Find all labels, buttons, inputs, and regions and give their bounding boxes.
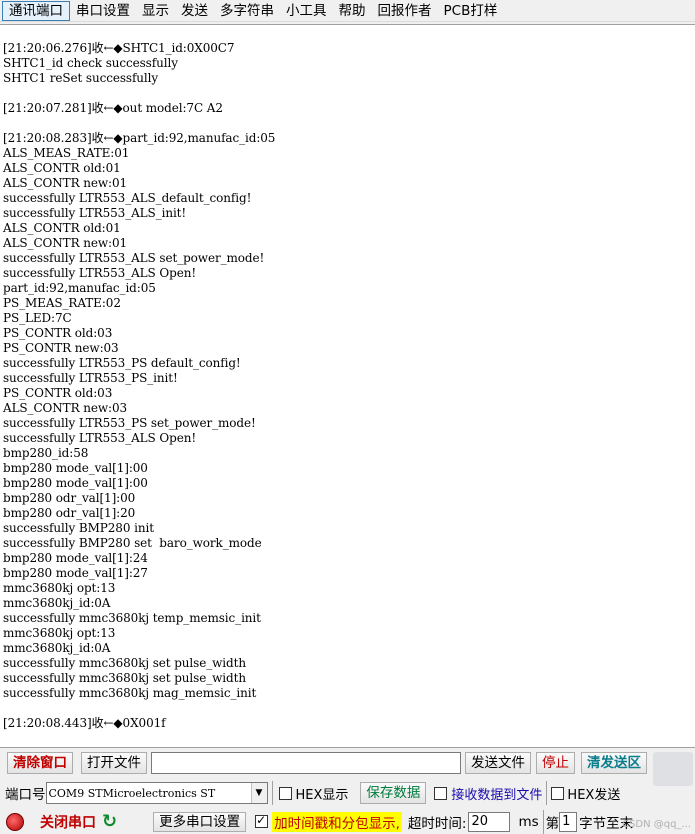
port-select-value: COM9 STMicroelectronics ST [48,786,216,800]
receive-text-area[interactable]: [21:20:06.276]收←◆SHTC1_id:0X00C7 SHTC1_id… [0,24,695,748]
log-line: bmp280 odr_val[1]:00 [3,491,136,505]
more-port-settings-button[interactable]: 更多串口设置 [153,811,247,832]
log-line: bmp280_id:58 [3,446,89,460]
log-line: bmp280 mode_val[1]:24 [3,551,148,565]
power-icon[interactable] [6,812,24,831]
recv-to-file-checkbox[interactable] [434,786,448,800]
timestamp-label: 加时间戳和分包显示, [272,811,402,832]
log-line: SHTC1_id check successfully [3,56,178,70]
log-line: successfully LTR553_ALS set_power_mode! [3,251,265,265]
port-label: 端口号 [5,787,46,803]
log-line: PS_CONTR new:03 [3,341,119,355]
menu-item-0[interactable]: 通讯端口 [2,0,70,21]
log-line: [21:20:06.276]收←◆SHTC1_id:0X00C7 [3,41,235,55]
receive-log: [21:20:06.276]收←◆SHTC1_id:0X00C7 SHTC1_id… [3,41,695,731]
hex-display-label: HEX显示 [295,787,349,803]
close-port-button[interactable]: 关闭串口 [40,812,96,832]
log-line: PS_CONTR old:03 [3,386,113,400]
hex-display-checkbox[interactable] [278,786,292,800]
toolbar-row-2: 端口号 COM9 STMicroelectronics ST ▼ HEX显示 保… [0,781,695,805]
log-line: PS_CONTR old:03 [3,326,113,340]
menu-item-7[interactable]: 回报作者 [372,1,438,21]
ms-unit-label: ms [518,813,539,830]
menu-bar: 通讯端口 串口设置 显示 发送 多字符串 小工具 帮助 回报作者 PCB打样 [0,0,695,22]
log-line: successfully mmc3680kj set pulse_width [3,656,246,670]
save-data-button[interactable]: 保存数据 [360,782,427,804]
log-line: [21:20:08.283]收←◆part_id:92,manufac_id:0… [3,131,276,145]
menu-item-4[interactable]: 多字符串 [214,1,280,21]
port-select[interactable]: COM9 STMicroelectronics ST ▼ [45,782,268,804]
divider [546,781,548,805]
clear-window-button[interactable]: 清除窗口 [7,752,73,774]
file-path-input[interactable] [151,752,461,774]
log-line: successfully LTR553_ALS_init! [3,206,187,220]
divider [542,809,544,834]
log-line: ALS_CONTR new:01 [3,236,128,250]
refresh-icon[interactable]: ↻ [102,811,117,832]
chevron-down-icon[interactable]: ▼ [250,783,267,803]
log-line: ALS_CONTR new:01 [3,176,128,190]
menu-item-6[interactable]: 帮助 [333,1,372,21]
log-line: successfully LTR553_PS_init! [3,371,178,385]
log-line: mmc3680kj_id:0A [3,641,111,655]
send-file-button[interactable]: 发送文件 [465,752,531,774]
recv-to-file-label: 接收数据到文件 [451,787,543,803]
clear-send-area-button[interactable]: 清发送区 [581,752,647,774]
log-line: bmp280 mode_val[1]:27 [3,566,148,580]
watermark-text: CSDN @qq_... [622,819,691,830]
log-line: ALS_CONTR new:03 [3,401,128,415]
log-line: successfully LTR553_ALS Open! [3,266,197,280]
log-line: mmc3680kj_id:0A [3,596,111,610]
nth-label: 第 [545,815,560,832]
log-line: successfully LTR553_PS default_config! [3,356,241,370]
log-line: successfully mmc3680kj mag_memsic_init [3,686,257,700]
menu-item-8[interactable]: PCB打样 [438,1,504,21]
hex-send-label: HEX发送 [567,787,621,803]
log-line: successfully BMP280 set baro_work_mode [3,536,262,550]
log-line: ALS_MEAS_RATE:01 [3,146,130,160]
log-line: successfully LTR553_ALS_default_config! [3,191,252,205]
log-line: successfully BMP280 init [3,521,154,535]
menu-item-5[interactable]: 小工具 [280,1,333,21]
stop-button[interactable]: 停止 [536,752,575,774]
log-line: successfully LTR553_PS set_power_mode! [3,416,256,430]
toolbar-row-3: 关闭串口 ↻ 更多串口设置 加时间戳和分包显示, 超时时间: 20 ms 第 1… [0,809,695,834]
nth-input[interactable]: 1 [559,811,578,832]
log-line: [21:20:08.443]收←◆0X001f [3,716,166,730]
menu-item-2[interactable]: 显示 [136,1,175,21]
open-file-button[interactable]: 打开文件 [81,752,147,774]
log-line: bmp280 mode_val[1]:00 [3,476,148,490]
hex-send-checkbox[interactable] [551,786,565,800]
timestamp-checkbox[interactable] [255,813,269,828]
log-line: mmc3680kj opt:13 [3,581,116,595]
log-line: SHTC1 reSet successfully [3,71,159,85]
divider [271,781,273,805]
timeout-label: 超时时间: [407,815,467,832]
log-line: ALS_CONTR old:01 [3,221,121,235]
log-line: ALS_CONTR old:01 [3,161,121,175]
log-line: successfully mmc3680kj temp_memsic_init [3,611,261,625]
menu-item-1[interactable]: 串口设置 [70,1,136,21]
log-line: [21:20:07.281]收←◆out model:7C A2 [3,101,223,115]
log-line: successfully mmc3680kj set pulse_width [3,671,246,685]
log-line: mmc3680kj opt:13 [3,626,116,640]
log-line: bmp280 odr_val[1]:20 [3,506,136,520]
toolbar-row-1: 清除窗口 打开文件 发送文件 停止 清发送区 [0,750,695,776]
log-line: PS_LED:7C [3,311,72,325]
log-line: part_id:92,manufac_id:05 [3,281,156,295]
log-line: bmp280 mode_val[1]:00 [3,461,148,475]
menu-item-3[interactable]: 发送 [175,1,214,21]
log-line: PS_MEAS_RATE:02 [3,296,121,310]
log-line: successfully LTR553_ALS Open! [3,431,197,445]
timeout-input[interactable]: 20 [468,811,511,832]
